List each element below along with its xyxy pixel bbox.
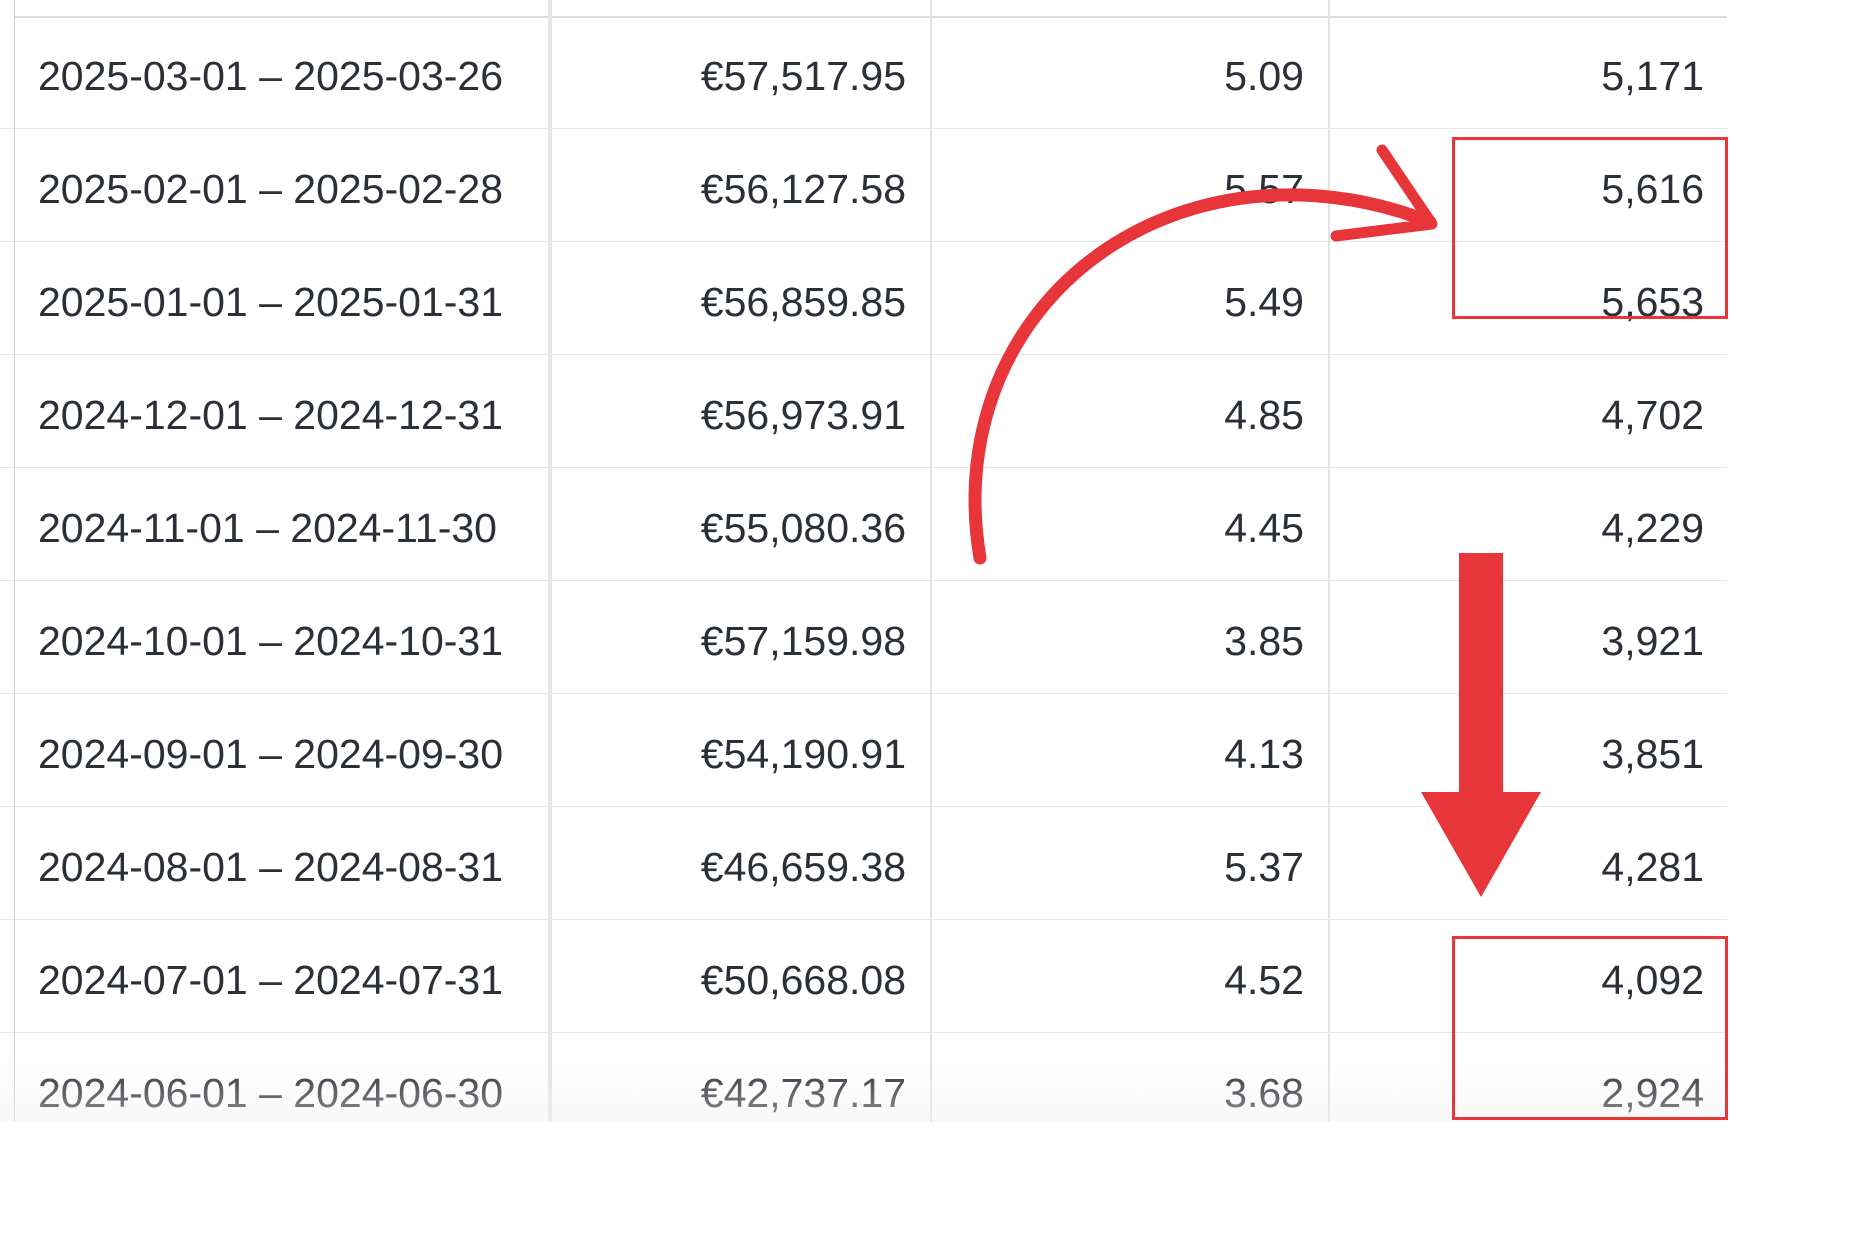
- table-row[interactable]: 2024-08-01 – 2024-08-31 €46,659.38 5.37 …: [0, 807, 1727, 920]
- date-range-cell: 2025-03-01 – 2025-03-26: [38, 53, 504, 99]
- rate-cell: 4.45: [1224, 505, 1304, 551]
- rate-cell: 5.37: [1224, 844, 1304, 890]
- spend-cell: €57,159.98: [700, 618, 906, 664]
- rate-cell: 5.49: [1224, 279, 1304, 325]
- table-row[interactable]: 2024-10-01 – 2024-10-31 €57,159.98 3.85 …: [0, 581, 1727, 694]
- spend-cell: €54,190.91: [700, 731, 906, 777]
- rate-cell: 5.09: [1224, 53, 1304, 99]
- spend-cell: €56,859.85: [700, 279, 906, 325]
- spend-cell: €56,127.58: [700, 166, 906, 212]
- column-divider: [1328, 0, 1330, 1122]
- table-row[interactable]: 2024-12-01 – 2024-12-31 €56,973.91 4.85 …: [0, 355, 1727, 468]
- count-cell: 5,171: [1601, 53, 1704, 99]
- count-cell: 4,229: [1601, 505, 1704, 551]
- count-cell: 3,921: [1601, 618, 1704, 664]
- count-cell: 4,702: [1601, 392, 1704, 438]
- spend-cell: €55,080.36: [700, 505, 906, 551]
- date-range-cell: 2024-11-01 – 2024-11-30: [38, 505, 497, 551]
- rate-cell: 4.85: [1224, 392, 1304, 438]
- table-row[interactable]: 2025-03-01 – 2025-03-26 €57,517.95 5.09 …: [0, 16, 1727, 129]
- count-cell: 4,281: [1601, 844, 1704, 890]
- date-range-cell: 2025-01-01 – 2025-01-31: [38, 279, 504, 325]
- date-range-cell: 2024-08-01 – 2024-08-31: [38, 844, 504, 890]
- column-divider: [14, 0, 15, 1122]
- rate-cell: 3.85: [1224, 618, 1304, 664]
- rate-cell: 3.68: [1224, 1070, 1304, 1116]
- date-range-cell: 2024-12-01 – 2024-12-31: [38, 392, 504, 438]
- date-range-cell: 2024-09-01 – 2024-09-30: [38, 731, 504, 777]
- column-divider: [930, 0, 932, 1122]
- date-range-cell: 2024-10-01 – 2024-10-31: [38, 618, 504, 664]
- column-resize-handle[interactable]: [548, 0, 552, 1122]
- spend-cell: €56,973.91: [700, 392, 906, 438]
- table-row[interactable]: 2024-11-01 – 2024-11-30 €55,080.36 4.45 …: [0, 468, 1727, 581]
- rate-cell: 5.57: [1224, 166, 1304, 212]
- spend-cell: €42,737.17: [700, 1070, 906, 1116]
- date-range-cell: 2024-07-01 – 2024-07-31: [38, 957, 504, 1003]
- highlight-box-bottom: [1452, 936, 1728, 1120]
- spend-cell: €50,668.08: [700, 957, 906, 1003]
- spend-cell: €46,659.38: [700, 844, 906, 890]
- table-row[interactable]: 2024-09-01 – 2024-09-30 €54,190.91 4.13 …: [0, 694, 1727, 807]
- screenshot-canvas: 2025-03-01 – 2025-03-26 €57,517.95 5.09 …: [0, 0, 1874, 1248]
- highlight-box-top: [1452, 137, 1728, 319]
- rate-cell: 4.52: [1224, 957, 1304, 1003]
- spend-cell: €57,517.95: [700, 53, 906, 99]
- count-cell: 3,851: [1601, 731, 1704, 777]
- rate-cell: 4.13: [1224, 731, 1304, 777]
- date-range-cell: 2024-06-01 – 2024-06-30: [38, 1070, 504, 1116]
- date-range-cell: 2025-02-01 – 2025-02-28: [38, 166, 504, 212]
